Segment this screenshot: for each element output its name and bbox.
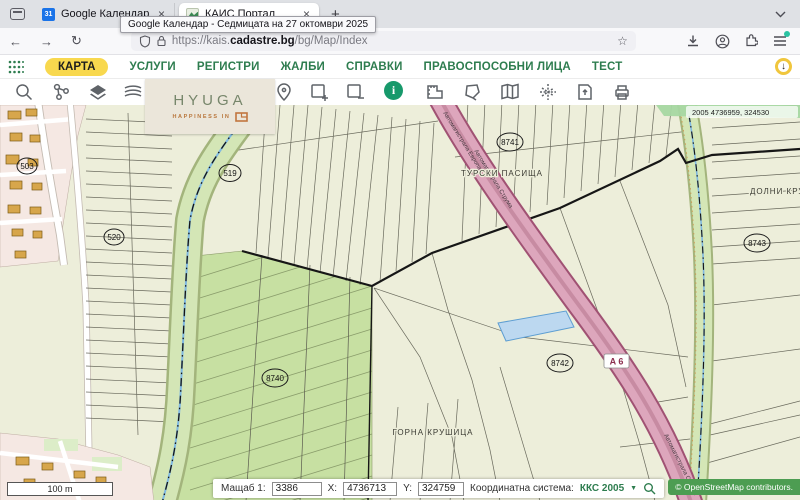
bookmark-star-icon[interactable]: ☆	[617, 34, 628, 48]
parcel-number: 519	[223, 169, 237, 178]
x-label: X:	[328, 483, 337, 494]
menu-item-pravosposobni[interactable]: ПРАВОСПОСОБНИ ЛИЦА	[424, 61, 571, 73]
y-label: Y:	[403, 483, 412, 494]
place-label-dolni: ДОЛНИ КРУ	[750, 187, 800, 196]
crs-label: Координатна система:	[470, 483, 574, 494]
corner-coordinates: 2005 4736959, 324530	[686, 106, 798, 118]
layers-outline-icon[interactable]	[123, 82, 143, 102]
url-field[interactable]: https://kais.cadastre.bg/bg/Map/Index ☆	[131, 31, 636, 51]
ad-banner[interactable]: HYUGA HAPPINESS IN	[145, 79, 275, 134]
menu-item-karta[interactable]: КАРТА	[45, 58, 108, 76]
place-label-turski: ТУРСКИ ПАСИЩА	[461, 169, 543, 178]
google-calendar-favicon: 31	[42, 8, 55, 21]
ad-tagline: HAPPINESS IN	[172, 114, 230, 120]
tab-bar: 31 Google Календар - Седмицат × КАИС Пор…	[0, 0, 800, 28]
x-coordinate-value: 4736713	[343, 482, 397, 496]
scale-input[interactable]: 3386	[272, 482, 322, 496]
map-container: i HYUGA HAPPINESS IN	[0, 78, 800, 500]
crs-dropdown-icon[interactable]: ▼	[630, 485, 637, 492]
y-coordinate-value: 324759	[418, 482, 464, 496]
scale-label: Мащаб 1:	[221, 483, 266, 494]
ad-houseplan-icon	[235, 112, 248, 122]
road-shield-a6: A 6	[604, 354, 629, 368]
lock-icon	[156, 35, 167, 47]
export-document-icon[interactable]	[575, 82, 595, 102]
search-icon[interactable]	[14, 82, 34, 102]
shield-icon	[139, 35, 151, 48]
menu-hamburger-icon[interactable]	[772, 33, 788, 49]
select-area-remove-icon[interactable]	[345, 82, 365, 102]
back-icon[interactable]: ←	[0, 34, 31, 49]
parcel-number: 8742	[551, 359, 569, 368]
map-toolbar: i	[0, 79, 800, 105]
menu-item-zhalbi[interactable]: ЖАЛБИ	[281, 61, 325, 73]
layers-tree-icon[interactable]	[52, 82, 72, 102]
place-label-gorna: ГОРНА КРУШИЦА	[392, 428, 473, 437]
svg-text:A 6: A 6	[610, 357, 624, 367]
tab-tooltip: Google Календар - Седмицата на 27 октомв…	[120, 16, 376, 33]
tab-manager-icon[interactable]	[10, 8, 25, 20]
select-area-add-icon[interactable]	[309, 82, 329, 102]
menu-item-registri[interactable]: РЕГИСТРИ	[197, 61, 260, 73]
account-icon[interactable]	[714, 33, 730, 49]
ad-brand: HYUGA	[173, 92, 246, 109]
parcel-number: 503	[20, 162, 34, 171]
location-pin-icon[interactable]	[274, 82, 294, 102]
apps-grid-icon[interactable]	[8, 60, 24, 74]
move-map-icon[interactable]	[538, 82, 558, 102]
extensions-icon[interactable]	[743, 33, 759, 49]
site-menu-bar: КАРТА УСЛУГИ РЕГИСТРИ ЖАЛБИ СПРАВКИ ПРАВ…	[0, 55, 800, 78]
layers-filled-icon[interactable]	[88, 82, 108, 102]
scale-bar-label: 100 m	[47, 484, 72, 494]
map-canvas[interactable]: Автомагистрала Европа Автомагистрала Стр…	[0, 105, 800, 500]
menu-item-test[interactable]: ТЕСТ	[592, 61, 623, 73]
parcel-number: 8740	[266, 374, 284, 383]
downloads-icon[interactable]	[685, 33, 701, 49]
parcel-number: 8741	[501, 138, 519, 147]
coordinate-search-icon[interactable]	[643, 482, 656, 495]
browser-window: 31 Google Календар - Седмицат × КАИС Пор…	[0, 0, 800, 500]
print-icon[interactable]	[612, 82, 632, 102]
url-text: https://kais.cadastre.bg/bg/Map/Index	[172, 35, 368, 47]
map-fold-icon[interactable]	[500, 82, 520, 102]
info-tool-button[interactable]: i	[384, 81, 403, 100]
menu-notification-dot	[784, 31, 790, 37]
forward-icon[interactable]: →	[31, 34, 62, 49]
list-tabs-chevron-icon[interactable]	[775, 5, 800, 23]
menu-item-uslugi[interactable]: УСЛУГИ	[129, 61, 175, 73]
map-status-bar: Мащаб 1: 3386 X: 4736713 Y: 324759 Коорд…	[213, 479, 664, 498]
parcel-number: 520	[107, 233, 121, 242]
osm-attribution[interactable]: © OpenStreetMap contributors.	[668, 479, 800, 495]
polygon-select-icon[interactable]	[462, 82, 482, 102]
reload-icon[interactable]: ↻	[62, 33, 91, 49]
crs-value[interactable]: ККС 2005	[580, 483, 624, 494]
parcel-number: 8743	[748, 239, 766, 248]
scale-bar: 100 m	[7, 482, 113, 496]
measure-area-icon[interactable]	[425, 82, 445, 102]
svg-text:2005 4736959, 324530: 2005 4736959, 324530	[692, 108, 769, 117]
download-circle-button[interactable]: ↓	[775, 58, 792, 75]
browser-actions	[685, 33, 800, 49]
menu-item-spravki[interactable]: СПРАВКИ	[346, 61, 403, 73]
